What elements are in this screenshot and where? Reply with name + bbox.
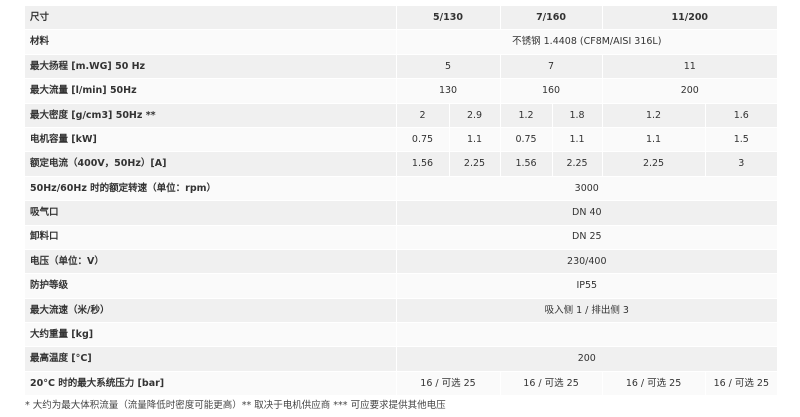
row-label: 最大流量 [l/min] 50Hz [25, 78, 396, 104]
table-cell: 16 / 可选 25 [395, 371, 501, 397]
table-cell: 2.25 [601, 151, 706, 177]
table-cell: 3000 [395, 176, 778, 202]
row-label: 最大密度 [g/cm3] 50Hz ** [25, 103, 396, 128]
table-cell: 1.5 [704, 127, 778, 153]
table-row: 卸料口 DN 25 [25, 225, 778, 250]
row-label: 20°C 时的最大系统压力 [bar] [25, 371, 396, 397]
table-cell: 1.56 [499, 151, 553, 177]
row-label: 最大扬程 [m.WG] 50 Hz [25, 54, 396, 80]
row-label: 额定电流（400V，50Hz）[A] [25, 151, 396, 177]
table-cell: 130 [395, 78, 501, 104]
table-cell: 2.25 [448, 151, 501, 177]
table-cell: 5 [395, 54, 501, 80]
table-cell: 0.75 [499, 127, 553, 153]
table-row: 最大流量 [l/min] 50Hz 130 160 200 [25, 78, 778, 104]
table-cell: 1.56 [395, 151, 449, 177]
table-row: 最高温度 [°C] 200 [25, 346, 778, 372]
table-cell: 200 [395, 346, 778, 372]
row-label: 电压（单位：V） [25, 249, 396, 275]
row-label: 材料 [25, 29, 396, 55]
spec-page: 尺寸 5/130 7/160 11/200 材料 不锈钢 1.4408 (CF8M… [0, 0, 800, 417]
table-cell: 2 [395, 103, 449, 128]
row-label: 最大流速（米/秒） [25, 298, 396, 324]
table-header-row: 尺寸 5/130 7/160 11/200 [25, 6, 778, 31]
row-label: 电机容量 [kW] [25, 127, 396, 153]
table-cell: 2.25 [551, 151, 603, 177]
table-row: 吸气口 DN 40 [25, 200, 778, 226]
table-cell: 16 / 可选 25 [499, 371, 603, 397]
footnote: * 大约为最大体积流量（流量降低时密度可能更高）** 取决于电机供应商 *** … [25, 400, 446, 411]
spec-table-body: 尺寸 5/130 7/160 11/200 材料 不锈钢 1.4408 (CF8M… [25, 6, 778, 397]
table-cell: IP55 [395, 273, 778, 299]
table-cell: 1.1 [448, 127, 501, 153]
table-cell: 吸入侧 1 / 排出侧 3 [395, 298, 778, 324]
table-cell: 3 [704, 151, 778, 177]
row-label: 防护等级 [25, 273, 396, 299]
table-row: 电压（单位：V） 230/400 [25, 249, 778, 275]
column-header-7-160: 7/160 [499, 6, 603, 31]
row-label: 最高温度 [°C] [25, 346, 396, 372]
table-cell: 160 [499, 78, 603, 104]
column-header-5-130: 5/130 [395, 6, 501, 31]
table-cell: 0.75 [395, 127, 449, 153]
table-cell: 2.9 [448, 103, 501, 128]
table-cell: 1.1 [601, 127, 706, 153]
table-cell: 11 [601, 54, 778, 80]
table-cell: 1.1 [551, 127, 603, 153]
header-label: 尺寸 [25, 6, 396, 31]
table-row: 20°C 时的最大系统压力 [bar] 16 / 可选 25 16 / 可选 25 1… [25, 371, 778, 397]
table-cell: 16 / 可选 25 [601, 371, 706, 397]
column-header-11-200: 11/200 [601, 6, 778, 31]
table-cell: DN 40 [395, 200, 778, 226]
table-row: 最大扬程 [m.WG] 50 Hz 5 7 11 [25, 54, 778, 80]
row-label: 大约重量 [kg] [25, 322, 396, 348]
table-row: 电机容量 [kW] 0.75 1.1 0.75 1.1 1.1 1.5 [25, 127, 778, 153]
row-label: 50Hz/60Hz 时的额定转速（单位：rpm） [25, 176, 396, 202]
table-cell: 200 [601, 78, 778, 104]
table-cell: 230/400 [395, 249, 778, 275]
row-label: 卸料口 [25, 225, 396, 250]
row-label: 吸气口 [25, 200, 396, 226]
table-row: 防护等级 IP55 [25, 273, 778, 299]
table-cell: 1.6 [704, 103, 778, 128]
table-cell: 16 / 可选 25 [704, 371, 778, 397]
table-cell: DN 25 [395, 225, 778, 250]
table-cell: 7 [499, 54, 603, 80]
table-cell: 不锈钢 1.4408 (CF8M/AISI 316L) [395, 29, 778, 55]
table-row: 额定电流（400V，50Hz）[A] 1.56 2.25 1.56 2.25 2.25 3 [25, 151, 778, 177]
table-cell: 1.2 [601, 103, 706, 128]
table-row: 大约重量 [kg] [25, 322, 778, 348]
table-row: 最大密度 [g/cm3] 50Hz ** 2 2.9 1.2 1.8 1.2 1.6 [25, 103, 778, 128]
table-cell [395, 322, 778, 348]
table-cell: 1.8 [551, 103, 603, 128]
table-row: 50Hz/60Hz 时的额定转速（单位：rpm） 3000 [25, 176, 778, 202]
spec-table: 尺寸 5/130 7/160 11/200 材料 不锈钢 1.4408 (CF8M… [25, 6, 778, 397]
table-row: 材料 不锈钢 1.4408 (CF8M/AISI 316L) [25, 29, 778, 55]
table-row: 最大流速（米/秒） 吸入侧 1 / 排出侧 3 [25, 298, 778, 324]
table-cell: 1.2 [499, 103, 553, 128]
